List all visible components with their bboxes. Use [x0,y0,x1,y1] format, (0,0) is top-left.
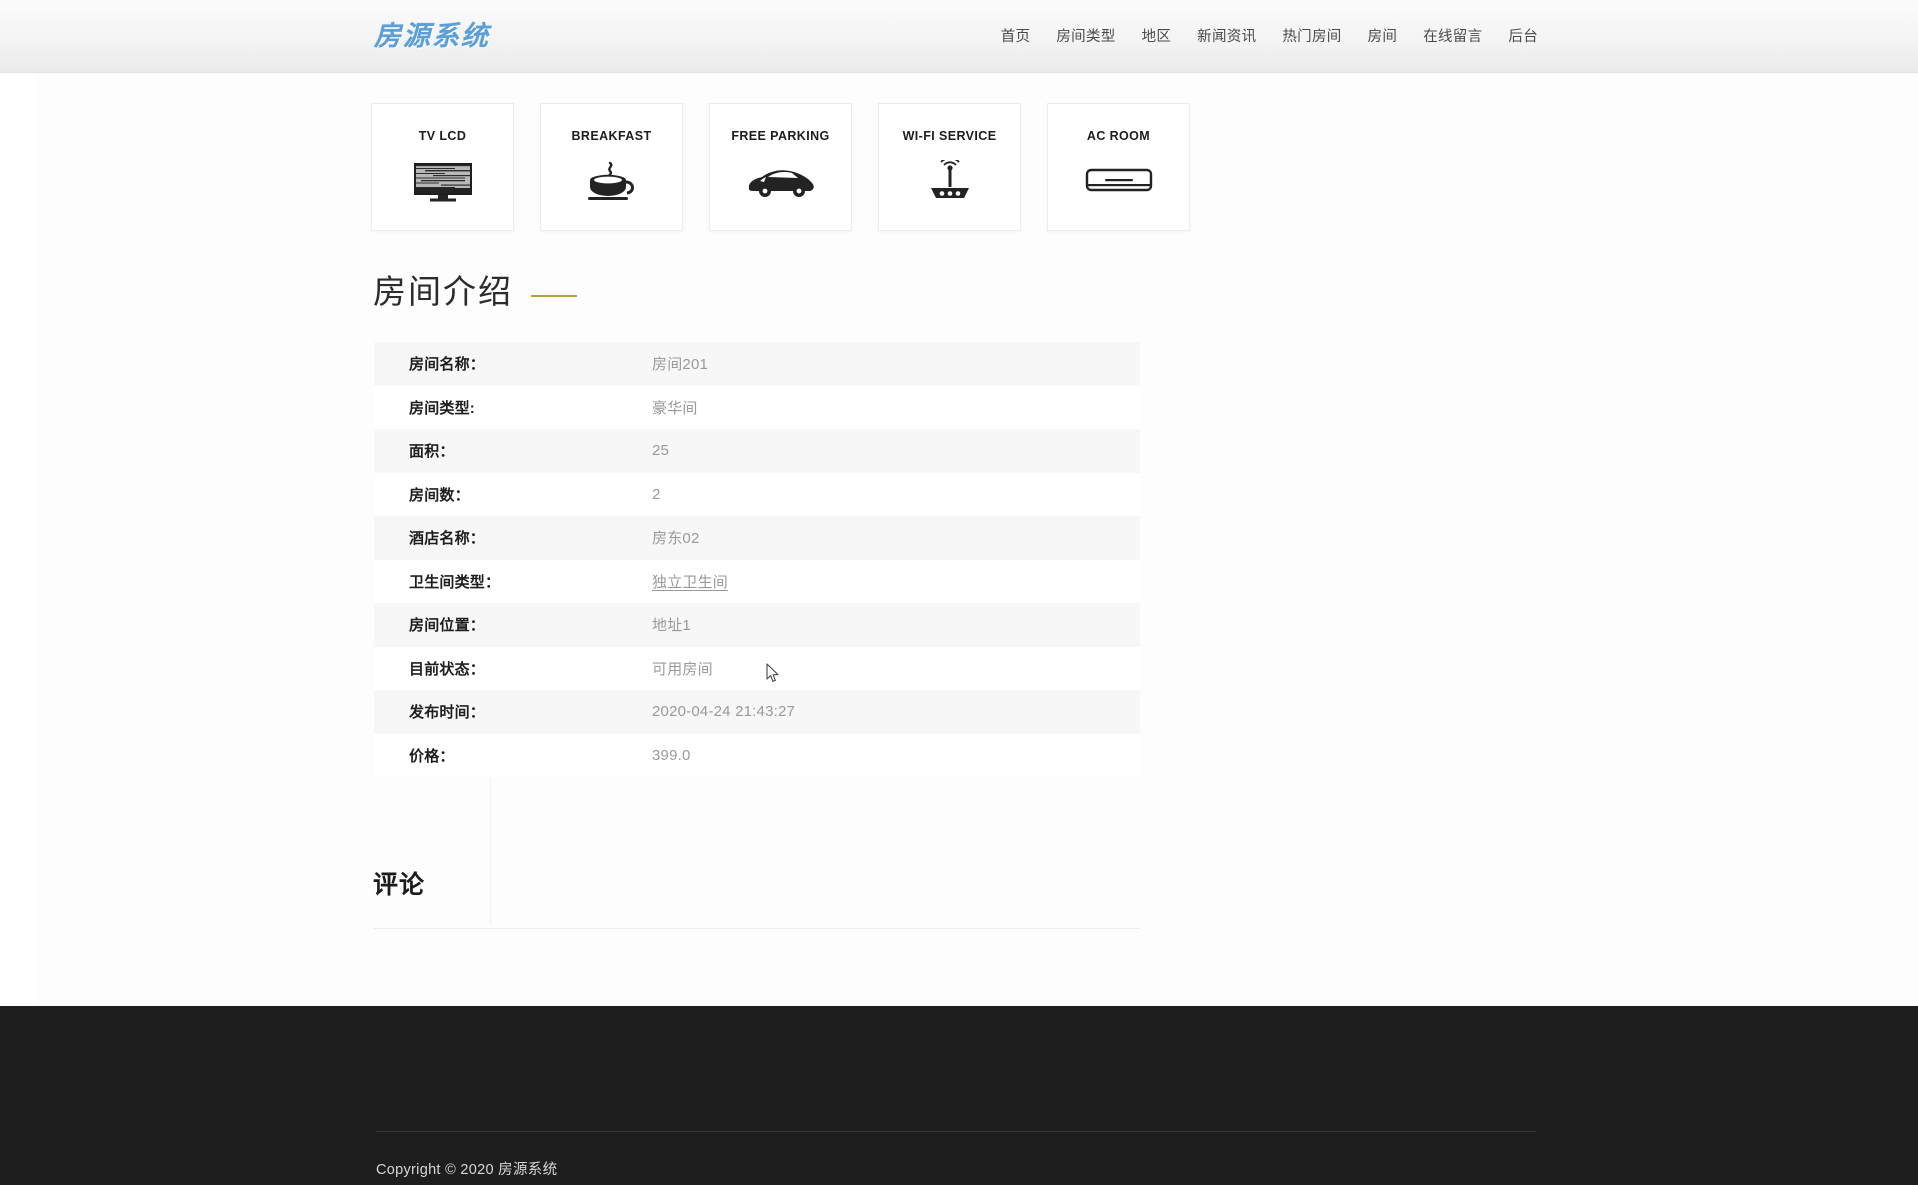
nav-home[interactable]: 首页 [1001,25,1031,46]
info-value-area: 25 [652,442,670,460]
room-info-table: 房间名称： 房间201 房间类型: 豪华间 面积： 25 房间数： 2 酒店名称… [374,342,1140,777]
amenity-card-tv-lcd[interactable]: TV LCD [371,103,514,231]
header-inner: 房源系统 首页 房间类型 地区 新闻资讯 热门房间 房间 在线留言 后台 [0,0,1918,73]
site-logo[interactable]: 房源系统 [374,14,490,53]
title-accent-rule [531,295,577,297]
table-row: 酒店名称： 房东02 [374,516,1140,560]
info-value-room-location: 地址1 [652,617,691,635]
info-value-bathroom-type[interactable]: 独立卫生间 [652,571,728,592]
info-label-bathroom-type: 卫生间类型： [409,573,501,591]
info-label-room-type: 房间类型: [409,399,475,417]
table-row: 卫生间类型： 独立卫生间 [374,559,1140,603]
nav-admin[interactable]: 后台 [1508,25,1538,46]
info-value-room-type: 豪华间 [652,399,698,417]
site-footer: Copyright © 2020 房源系统 [0,1006,1918,1185]
tv-icon [407,159,479,205]
main-navigation: 首页 房间类型 地区 新闻资讯 热门房间 房间 在线留言 后台 [1001,25,1538,46]
page-root: 房源系统 首页 房间类型 地区 新闻资讯 热门房间 房间 在线留言 后台 TV … [0,0,1918,1185]
table-row: 房间位置： 地址1 [374,603,1140,647]
info-label-room-location: 房间位置： [409,617,486,635]
nav-region[interactable]: 地区 [1142,25,1172,46]
amenities-strip: TV LCD BREAKFAST FREE PARKING WI-FI SERV… [371,103,1190,231]
info-value-room-name: 房间201 [652,356,709,374]
table-row: 房间名称： 房间201 [374,342,1140,386]
air-conditioner-icon [1083,159,1155,205]
nav-rooms[interactable]: 房间 [1368,25,1398,46]
amenity-card-wifi-service[interactable]: WI-FI SERVICE [878,103,1021,231]
info-label-hotel-name: 酒店名称： [409,530,486,548]
amenity-card-breakfast[interactable]: BREAKFAST [540,103,683,231]
amenity-title: FREE PARKING [731,129,830,143]
nav-room-type[interactable]: 房间类型 [1056,25,1115,46]
amenity-title: AC ROOM [1086,129,1151,143]
table-row: 房间类型: 豪华间 [374,385,1140,429]
site-header: 房源系统 首页 房间类型 地区 新闻资讯 热门房间 房间 在线留言 后台 [0,0,1918,73]
table-row: 发布时间： 2020-04-24 21:43:27 [374,690,1140,734]
info-value-current-status: 可用房间 [652,660,713,678]
table-row: 房间数： 2 [374,472,1140,516]
info-label-room-name: 房间名称： [409,356,486,374]
amenity-title: BREAKFAST [571,129,652,143]
car-icon [745,159,817,205]
footer-copyright: Copyright © 2020 房源系统 [376,1162,558,1178]
table-row: 目前状态： 可用房间 [374,646,1140,690]
info-label-current-status: 目前状态： [409,660,486,678]
amenity-title: TV LCD [418,129,467,143]
info-value-room-count: 2 [652,485,661,503]
wifi-router-icon [914,159,986,205]
section-heading: 房间介绍 [373,265,577,313]
nav-hot-rooms[interactable]: 热门房间 [1282,25,1341,46]
comments-heading: 评论 [373,871,426,899]
amenity-card-free-parking[interactable]: FREE PARKING [709,103,852,231]
coffee-cup-icon [576,159,648,205]
info-label-publish-time: 发布时间： [409,704,486,722]
info-label-area: 面积： [409,443,455,461]
comments-divider [374,928,1140,929]
table-row: 面积： 25 [374,429,1140,473]
nav-message[interactable]: 在线留言 [1423,25,1482,46]
table-row: 价格： 399.0 [374,733,1140,777]
info-label-price: 价格： [409,747,455,765]
footer-divider [376,1131,1536,1132]
info-label-room-count: 房间数： [409,486,470,504]
info-value-hotel-name: 房东02 [652,530,700,548]
info-value-price: 399.0 [652,746,691,764]
nav-news[interactable]: 新闻资讯 [1197,25,1256,46]
amenity-title: WI-FI SERVICE [902,129,997,143]
page-title: 房间介绍 [373,273,513,310]
info-value-publish-time: 2020-04-24 21:43:27 [652,703,796,721]
amenity-card-ac-room[interactable]: AC ROOM [1047,103,1190,231]
